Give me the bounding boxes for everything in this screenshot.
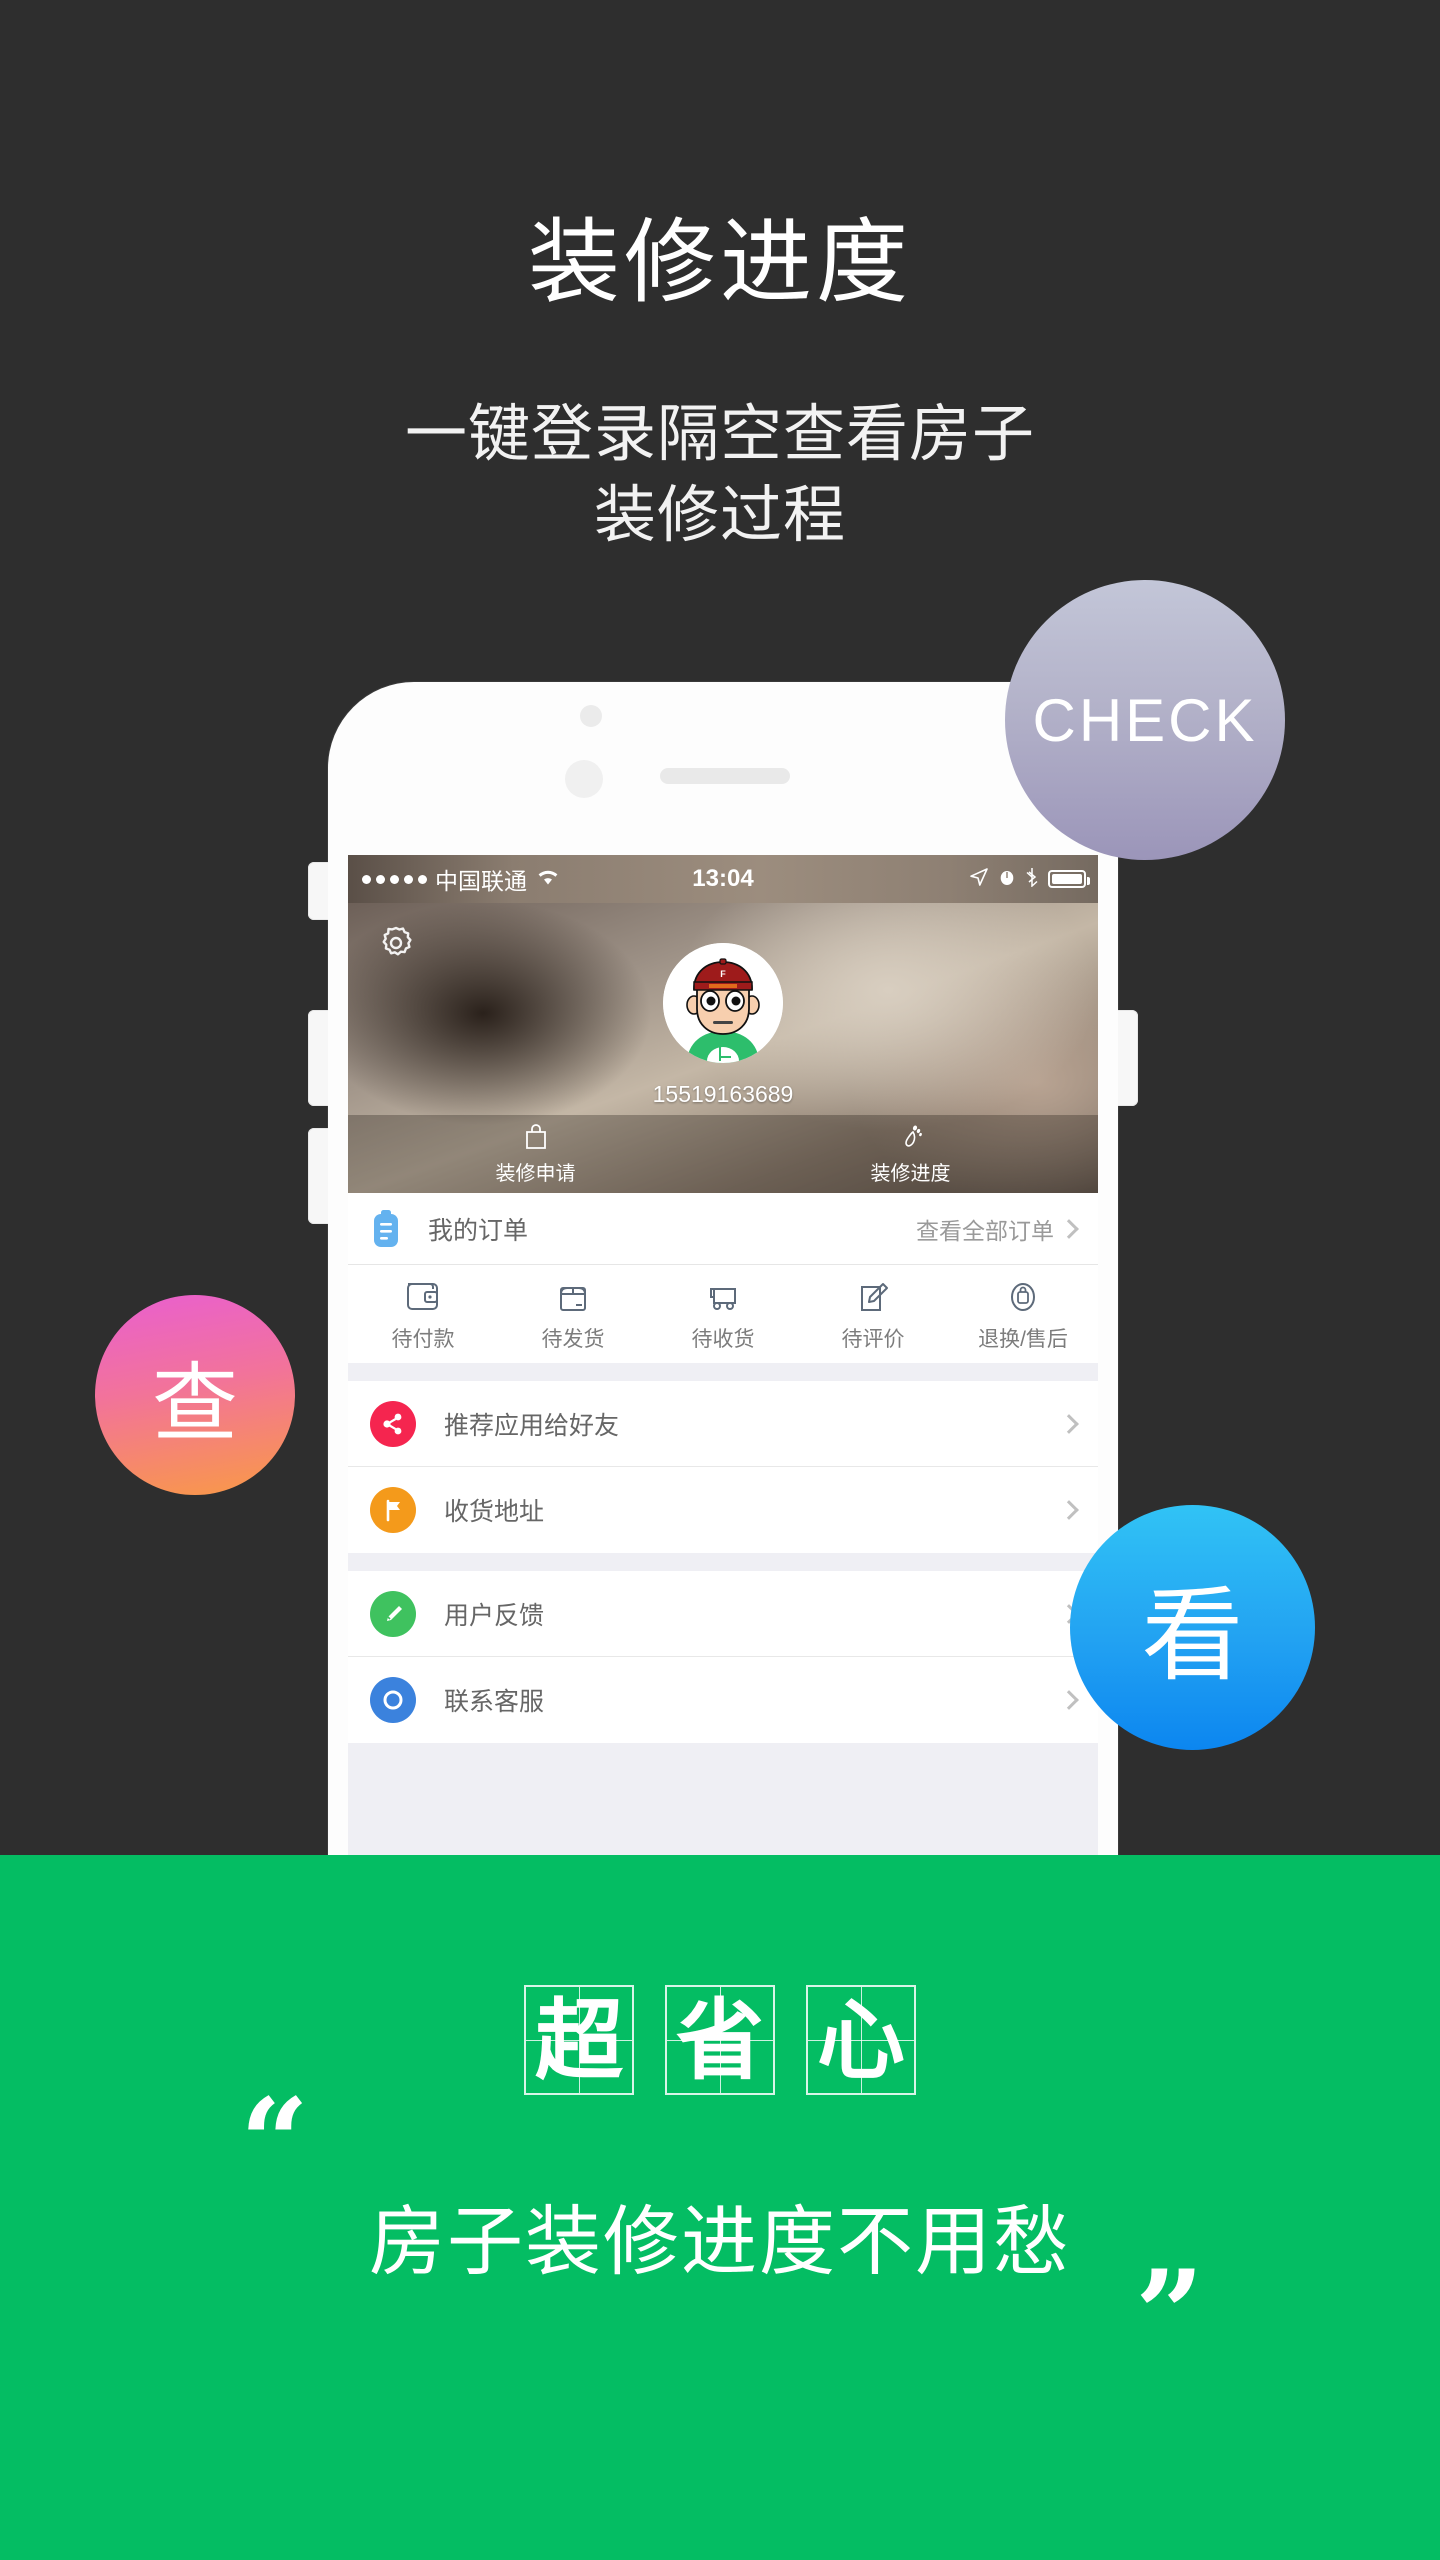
location-arrow-icon [969,866,989,893]
section-divider [348,1553,1098,1571]
avatar[interactable]: F [663,943,783,1063]
phone-mute-switch [308,862,330,920]
pen-icon [370,1590,416,1637]
phone-volume-up-button [308,1010,330,1106]
wallet-icon [407,1282,438,1310]
order-status-returns[interactable]: 退换/售后 [948,1276,1098,1353]
badge-cha-label: 查 [152,1355,238,1452]
badge-cha: 查 [95,1295,295,1495]
footer-green-panel: 超 省 心 “ 房子装修进度不用愁 ” [0,1855,1440,2560]
quick-action-label: 装修申请 [495,1163,576,1185]
phone-proximity-sensor-icon [565,760,603,798]
chevron-right-icon [1059,1690,1079,1710]
menu-item-shipping-address[interactable]: 收货地址 [348,1467,1098,1553]
subtitle-line-2: 装修过程 [593,480,846,550]
phone-power-button [1116,1010,1138,1106]
menu-item-label: 用户反馈 [444,1601,545,1630]
my-orders-title: 我的订单 [428,1216,529,1245]
flag-icon [370,1487,416,1533]
quick-action-decoration-progress[interactable]: 装修进度 [723,1115,1098,1193]
profile-quick-actions: 装修申请 装修进度 [348,1115,1098,1193]
phone-front-camera-icon [580,705,602,727]
chevron-right-icon [1059,1413,1079,1434]
phone-volume-down-button [308,1128,330,1224]
alarm-clock-icon [998,866,1016,893]
calligraphy-grid: 超 省 心 [0,1985,1440,2095]
order-status-tabs: 待付款 待发货 待收货 待评价 退换/售后 [348,1265,1098,1363]
page-subtitle: 一键登录隔空查看房子 装修过程 [0,395,1440,556]
chevron-right-icon [1059,1500,1079,1520]
menu-item-recommend-app[interactable]: 推荐应用给好友 [348,1381,1098,1467]
return-bag-icon [1011,1282,1035,1311]
status-bar-right [969,866,1090,893]
profile-header: F 15519163689 装修申请 装修进度 [348,903,1098,1193]
order-status-label: 待评价 [841,1327,905,1351]
box-icon [560,1286,586,1311]
order-status-pending-receipt[interactable]: 待收货 [648,1276,798,1353]
quick-action-label: 装修进度 [870,1163,951,1185]
menu-group-feedback-support: 用户反馈 联系客服 [348,1571,1098,1743]
badge-kan-label: 看 [1141,1579,1244,1693]
gear-icon[interactable] [374,921,418,965]
section-divider [348,1363,1098,1381]
subtitle-line-1: 一键登录隔空查看房子 [404,400,1035,469]
order-status-label: 退换/售后 [978,1327,1068,1351]
menu-group-share-address: 推荐应用给好友 收货地址 [348,1381,1098,1553]
menu-item-label: 收货地址 [444,1498,545,1526]
pencil-note-icon [861,1282,888,1311]
page-title: 装修进度 [527,212,912,314]
calligraphy-char: 省 [675,1988,764,2092]
truck-icon [710,1287,736,1310]
chevron-right-icon [1059,1218,1079,1239]
calligraphy-cell: 心 [806,1985,916,2095]
menu-item-label: 推荐应用给好友 [444,1411,620,1440]
status-bar: 中国联通 13:04 [348,855,1098,903]
badge-check: CHECK [1005,580,1285,860]
badge-check-label: CHECK [1032,686,1258,754]
battery-icon [1048,870,1090,888]
order-status-pending-payment[interactable]: 待付款 [348,1276,498,1353]
menu-item-contact-support[interactable]: 联系客服 [348,1657,1098,1743]
my-orders-card: 我的订单 查看全部订单 待付款 待发货 待收货 待评价 退换/售后 [348,1193,1098,1363]
calligraphy-cell: 省 [665,1985,775,2095]
share-icon [370,1400,416,1447]
order-status-label: 待付款 [391,1327,455,1351]
calligraphy-char: 超 [534,1988,623,2092]
footprint-icon [896,1122,926,1152]
view-all-orders-label: 查看全部订单 [916,1217,1054,1244]
my-orders-header[interactable]: 我的订单 查看全部订单 [348,1193,1098,1265]
poster-stage: 装修进度 一键登录隔空查看房子 装修过程 中国联通 13:04 F 155191… [0,0,1440,2560]
order-status-pending-shipment[interactable]: 待发货 [498,1276,648,1353]
footer-tagline: 房子装修进度不用愁 [369,2200,1071,2285]
quick-action-decoration-apply[interactable]: 装修申请 [348,1115,723,1193]
calligraphy-char: 心 [816,1988,905,2092]
calligraphy-cell: 超 [524,1985,634,2095]
phone-screen: 中国联通 13:04 F 15519163689 装修申请 装修进度 我的订单 … [348,855,1098,1857]
view-all-orders-link[interactable]: 查看全部订单 [916,1212,1079,1246]
quote-close-mark: ” [1135,2244,1205,2385]
profile-phone-number: 15519163689 [652,1081,794,1107]
menu-item-label: 联系客服 [444,1688,545,1716]
clipboard-icon [370,1209,402,1249]
menu-item-user-feedback[interactable]: 用户反馈 [348,1571,1098,1657]
headset-icon [370,1677,416,1723]
bluetooth-icon [1025,866,1039,893]
phone-earpiece-speaker [660,768,790,784]
badge-kan: 看 [1070,1505,1315,1750]
shopping-bag-icon [521,1122,551,1152]
order-status-label: 待发货 [541,1327,605,1351]
order-status-label: 待收货 [691,1327,755,1351]
order-status-pending-review[interactable]: 待评价 [798,1276,948,1353]
svg-text:F: F [720,969,726,979]
